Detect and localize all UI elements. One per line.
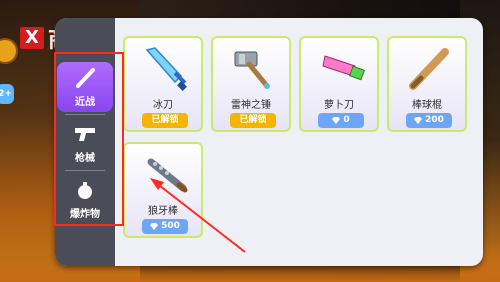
spiked-club-icon <box>147 158 188 193</box>
item-card[interactable]: 棒球棍 200 <box>387 36 467 132</box>
baseball-bat-icon <box>409 48 449 90</box>
price-button[interactable]: 500 <box>142 219 188 234</box>
diamond-icon <box>414 117 423 124</box>
tab-melee[interactable]: 近战 <box>57 62 113 112</box>
carrot-knife-icon <box>322 55 365 81</box>
diamond-icon <box>150 223 159 230</box>
item-name: 狼牙棒 <box>148 206 178 217</box>
diamond-icon <box>332 117 341 124</box>
unlocked-badge: 已解锁 <box>142 113 188 128</box>
unlocked-badge: 已解锁 <box>230 113 276 128</box>
price-button[interactable]: 0 <box>318 113 364 128</box>
item-name: 雷神之锤 <box>231 100 271 111</box>
item-card[interactable]: 雷神之锤 已解锁 <box>211 36 291 132</box>
bat-icon <box>76 67 95 88</box>
divider <box>65 114 105 115</box>
category-sidebar: 近战 枪械 爆炸物 <box>55 18 115 266</box>
shop-panel: 近战 枪械 爆炸物 冰刀 已解锁 雷神之锤 已解锁 萝卜刀 0 棒球棍 200 … <box>55 18 483 266</box>
item-name: 萝卜刀 <box>324 100 354 111</box>
tab-explosives[interactable]: 爆炸物 <box>57 174 113 224</box>
bomb-icon <box>78 181 92 199</box>
item-card[interactable]: 狼牙棒 500 <box>123 142 203 238</box>
item-card[interactable]: 萝卜刀 0 <box>299 36 379 132</box>
item-grid: 冰刀 已解锁 雷神之锤 已解锁 萝卜刀 0 棒球棍 200 狼牙棒 500 <box>123 36 475 266</box>
item-name: 冰刀 <box>153 100 173 111</box>
tab-firearms[interactable]: 枪械 <box>57 118 113 168</box>
thor-hammer-icon <box>234 51 270 89</box>
item-name: 棒球棍 <box>412 100 442 111</box>
ice-sword-icon <box>145 47 187 91</box>
tab-label: 近战 <box>75 96 95 108</box>
item-card[interactable]: 冰刀 已解锁 <box>123 36 203 132</box>
tab-label: 爆炸物 <box>70 208 100 220</box>
gun-icon <box>75 127 95 141</box>
price-value: 200 <box>425 115 444 125</box>
divider <box>65 170 105 171</box>
tab-label: 枪械 <box>75 152 95 164</box>
price-button[interactable]: 200 <box>406 113 452 128</box>
hud-badge[interactable]: 2+ <box>0 84 14 104</box>
price-value: 0 <box>343 115 350 125</box>
close-button[interactable]: X <box>20 27 44 49</box>
price-value: 500 <box>161 221 180 231</box>
